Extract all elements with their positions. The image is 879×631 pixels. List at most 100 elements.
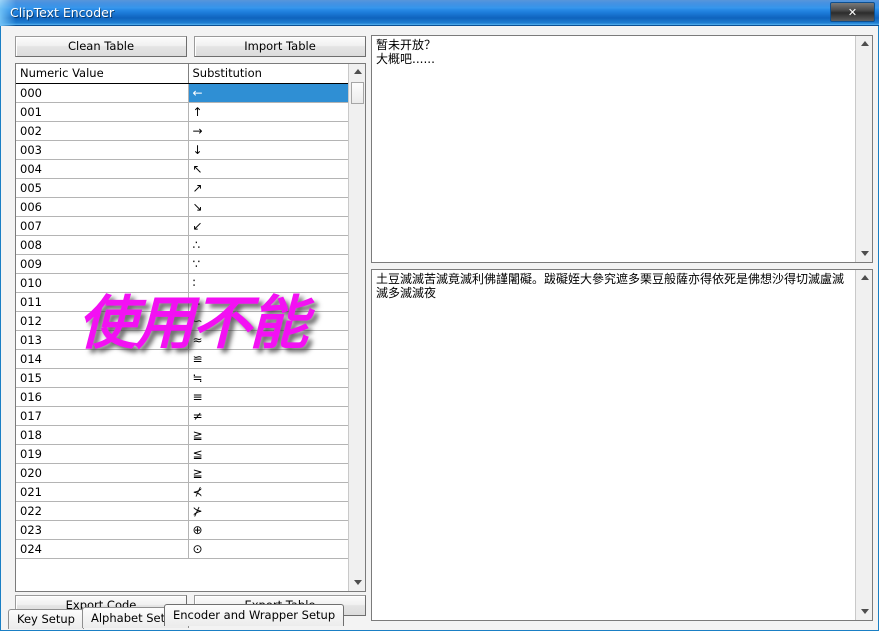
cell-substitution[interactable]: ≠ — [188, 406, 351, 426]
cell-substitution[interactable]: ≡ — [188, 387, 351, 407]
column-header-substitution[interactable]: Substitution — [188, 64, 351, 84]
table-row[interactable]: 018 ≧ — [16, 425, 351, 445]
scroll-down-icon[interactable] — [856, 246, 872, 262]
cell-substitution[interactable]: ≧ — [188, 463, 351, 483]
scroll-up-icon[interactable] — [856, 36, 872, 52]
cell-numeric-value[interactable]: 010 — [16, 273, 189, 293]
cell-numeric-value[interactable]: 008 — [16, 235, 189, 255]
cell-substitution[interactable]: ≦ — [188, 444, 351, 464]
table-row[interactable]: 007 ↙ — [16, 216, 351, 236]
substitution-table[interactable]: Numeric Value Substitution 000 ← 001 ↑ 002 → 0… — [15, 63, 366, 592]
table-scrollbar[interactable] — [348, 64, 365, 591]
cell-numeric-value[interactable]: 013 — [16, 330, 189, 350]
table-row[interactable]: 020 ≧ — [16, 463, 351, 483]
scroll-down-icon[interactable] — [349, 575, 365, 591]
table-row[interactable]: 014 ≌ — [16, 349, 351, 369]
application-window: ClipText Encoder ✕ Clean Table Import Ta… — [0, 0, 879, 631]
cell-numeric-value[interactable]: 022 — [16, 501, 189, 521]
table-row[interactable]: 021 ⊀ — [16, 482, 351, 502]
cell-substitution[interactable]: ∶ — [188, 273, 351, 293]
table-row[interactable]: 004 ↖ — [16, 159, 351, 179]
table-row[interactable]: 016 ≡ — [16, 387, 351, 407]
table-row[interactable]: 024 ⊙ — [16, 539, 351, 559]
scroll-up-icon[interactable] — [856, 270, 872, 286]
table-row[interactable]: 015 ≒ — [16, 368, 351, 388]
cell-substitution[interactable]: ↙ — [188, 216, 351, 236]
cell-substitution[interactable]: ↘ — [188, 197, 351, 217]
cell-substitution[interactable]: ∴ — [188, 235, 351, 255]
tab-encoder-and-wrapper-setup[interactable]: Encoder and Wrapper Setup — [164, 604, 345, 626]
cell-numeric-value[interactable]: 014 — [16, 349, 189, 369]
table-row[interactable]: 000 ← — [16, 83, 351, 103]
table-row[interactable]: 022 ⊁ — [16, 501, 351, 521]
table-row[interactable]: 003 ↓ — [16, 140, 351, 160]
title-bar-sheen — [0, 0, 879, 9]
cell-substitution[interactable]: ← — [188, 83, 351, 103]
clean-table-button[interactable]: Clean Table — [15, 36, 187, 57]
table-row[interactable]: 017 ≠ — [16, 406, 351, 426]
table-row[interactable]: 005 ↗ — [16, 178, 351, 198]
cell-numeric-value[interactable]: 001 — [16, 102, 189, 122]
cell-substitution[interactable]: ≈ — [188, 330, 351, 350]
cell-substitution[interactable]: ≧ — [188, 425, 351, 445]
cell-substitution[interactable]: ↑ — [188, 102, 351, 122]
cell-substitution[interactable]: ≌ — [188, 349, 351, 369]
cell-numeric-value[interactable]: 016 — [16, 387, 189, 407]
table-row[interactable]: 012 ∽ — [16, 311, 351, 331]
table-row[interactable]: 009 ∵ — [16, 254, 351, 274]
cell-numeric-value[interactable]: 020 — [16, 463, 189, 483]
cell-numeric-value[interactable]: 003 — [16, 140, 189, 160]
cell-numeric-value[interactable]: 011 — [16, 292, 189, 312]
top-text-content[interactable]: 暂未开放？ 大概吧...... — [376, 38, 852, 66]
cell-numeric-value[interactable]: 017 — [16, 406, 189, 426]
cell-substitution[interactable]: ↗ — [188, 178, 351, 198]
top-text-scrollbar[interactable] — [855, 36, 872, 262]
cell-numeric-value[interactable]: 004 — [16, 159, 189, 179]
cell-numeric-value[interactable]: 024 — [16, 539, 189, 559]
cell-substitution[interactable]: ∷ — [188, 292, 351, 312]
tab-key-setup[interactable]: Key Setup — [8, 609, 84, 629]
table-row[interactable]: 023 ⊕ — [16, 520, 351, 540]
window-body: Clean Table Import Table Numeric Value S… — [0, 26, 879, 631]
cell-substitution[interactable]: ⊕ — [188, 520, 351, 540]
cell-numeric-value[interactable]: 012 — [16, 311, 189, 331]
cell-substitution[interactable]: ⊁ — [188, 501, 351, 521]
cell-substitution[interactable]: ↓ — [188, 140, 351, 160]
cell-substitution[interactable]: → — [188, 121, 351, 141]
table-row[interactable]: 001 ↑ — [16, 102, 351, 122]
cell-numeric-value[interactable]: 009 — [16, 254, 189, 274]
table-row[interactable]: 006 ↘ — [16, 197, 351, 217]
table-row[interactable]: 002 → — [16, 121, 351, 141]
top-text-panel[interactable]: 暂未开放？ 大概吧...... — [371, 35, 873, 263]
cell-numeric-value[interactable]: 007 — [16, 216, 189, 236]
table-row[interactable]: 010 ∶ — [16, 273, 351, 293]
column-header-numeric-value[interactable]: Numeric Value — [16, 64, 189, 84]
cell-numeric-value[interactable]: 005 — [16, 178, 189, 198]
close-button[interactable]: ✕ — [830, 2, 875, 22]
cell-numeric-value[interactable]: 002 — [16, 121, 189, 141]
cell-numeric-value[interactable]: 006 — [16, 197, 189, 217]
table-row[interactable]: 008 ∴ — [16, 235, 351, 255]
cell-numeric-value[interactable]: 023 — [16, 520, 189, 540]
table-row[interactable]: 011 ∷ — [16, 292, 351, 312]
cell-substitution[interactable]: ≒ — [188, 368, 351, 388]
cell-substitution[interactable]: ∵ — [188, 254, 351, 274]
cell-numeric-value[interactable]: 018 — [16, 425, 189, 445]
table-row[interactable]: 013 ≈ — [16, 330, 351, 350]
table-scrollbar-thumb[interactable] — [351, 82, 364, 104]
cell-numeric-value[interactable]: 015 — [16, 368, 189, 388]
cell-numeric-value[interactable]: 021 — [16, 482, 189, 502]
cell-substitution[interactable]: ⊀ — [188, 482, 351, 502]
import-table-button[interactable]: Import Table — [194, 36, 366, 57]
cell-substitution[interactable]: ∽ — [188, 311, 351, 331]
cell-numeric-value[interactable]: 000 — [16, 83, 189, 103]
scroll-up-icon[interactable] — [349, 64, 365, 80]
cell-numeric-value[interactable]: 019 — [16, 444, 189, 464]
bottom-text-scrollbar[interactable] — [855, 270, 872, 620]
cell-substitution[interactable]: ⊙ — [188, 539, 351, 559]
right-pane: 暂未开放？ 大概吧...... 土豆滅滅苦滅竟滅利佛謹闍礙。跋礙姪大參究遮多栗豆… — [371, 30, 873, 625]
table-row[interactable]: 019 ≦ — [16, 444, 351, 464]
bottom-text-panel[interactable]: 土豆滅滅苦滅竟滅利佛謹闍礙。跋礙姪大參究遮多栗豆般薩亦得依死是佛想沙得切滅盧滅滅… — [371, 269, 873, 621]
cell-substitution[interactable]: ↖ — [188, 159, 351, 179]
bottom-text-content[interactable]: 土豆滅滅苦滅竟滅利佛謹闍礙。跋礙姪大參究遮多栗豆般薩亦得依死是佛想沙得切滅盧滅滅… — [376, 272, 852, 300]
